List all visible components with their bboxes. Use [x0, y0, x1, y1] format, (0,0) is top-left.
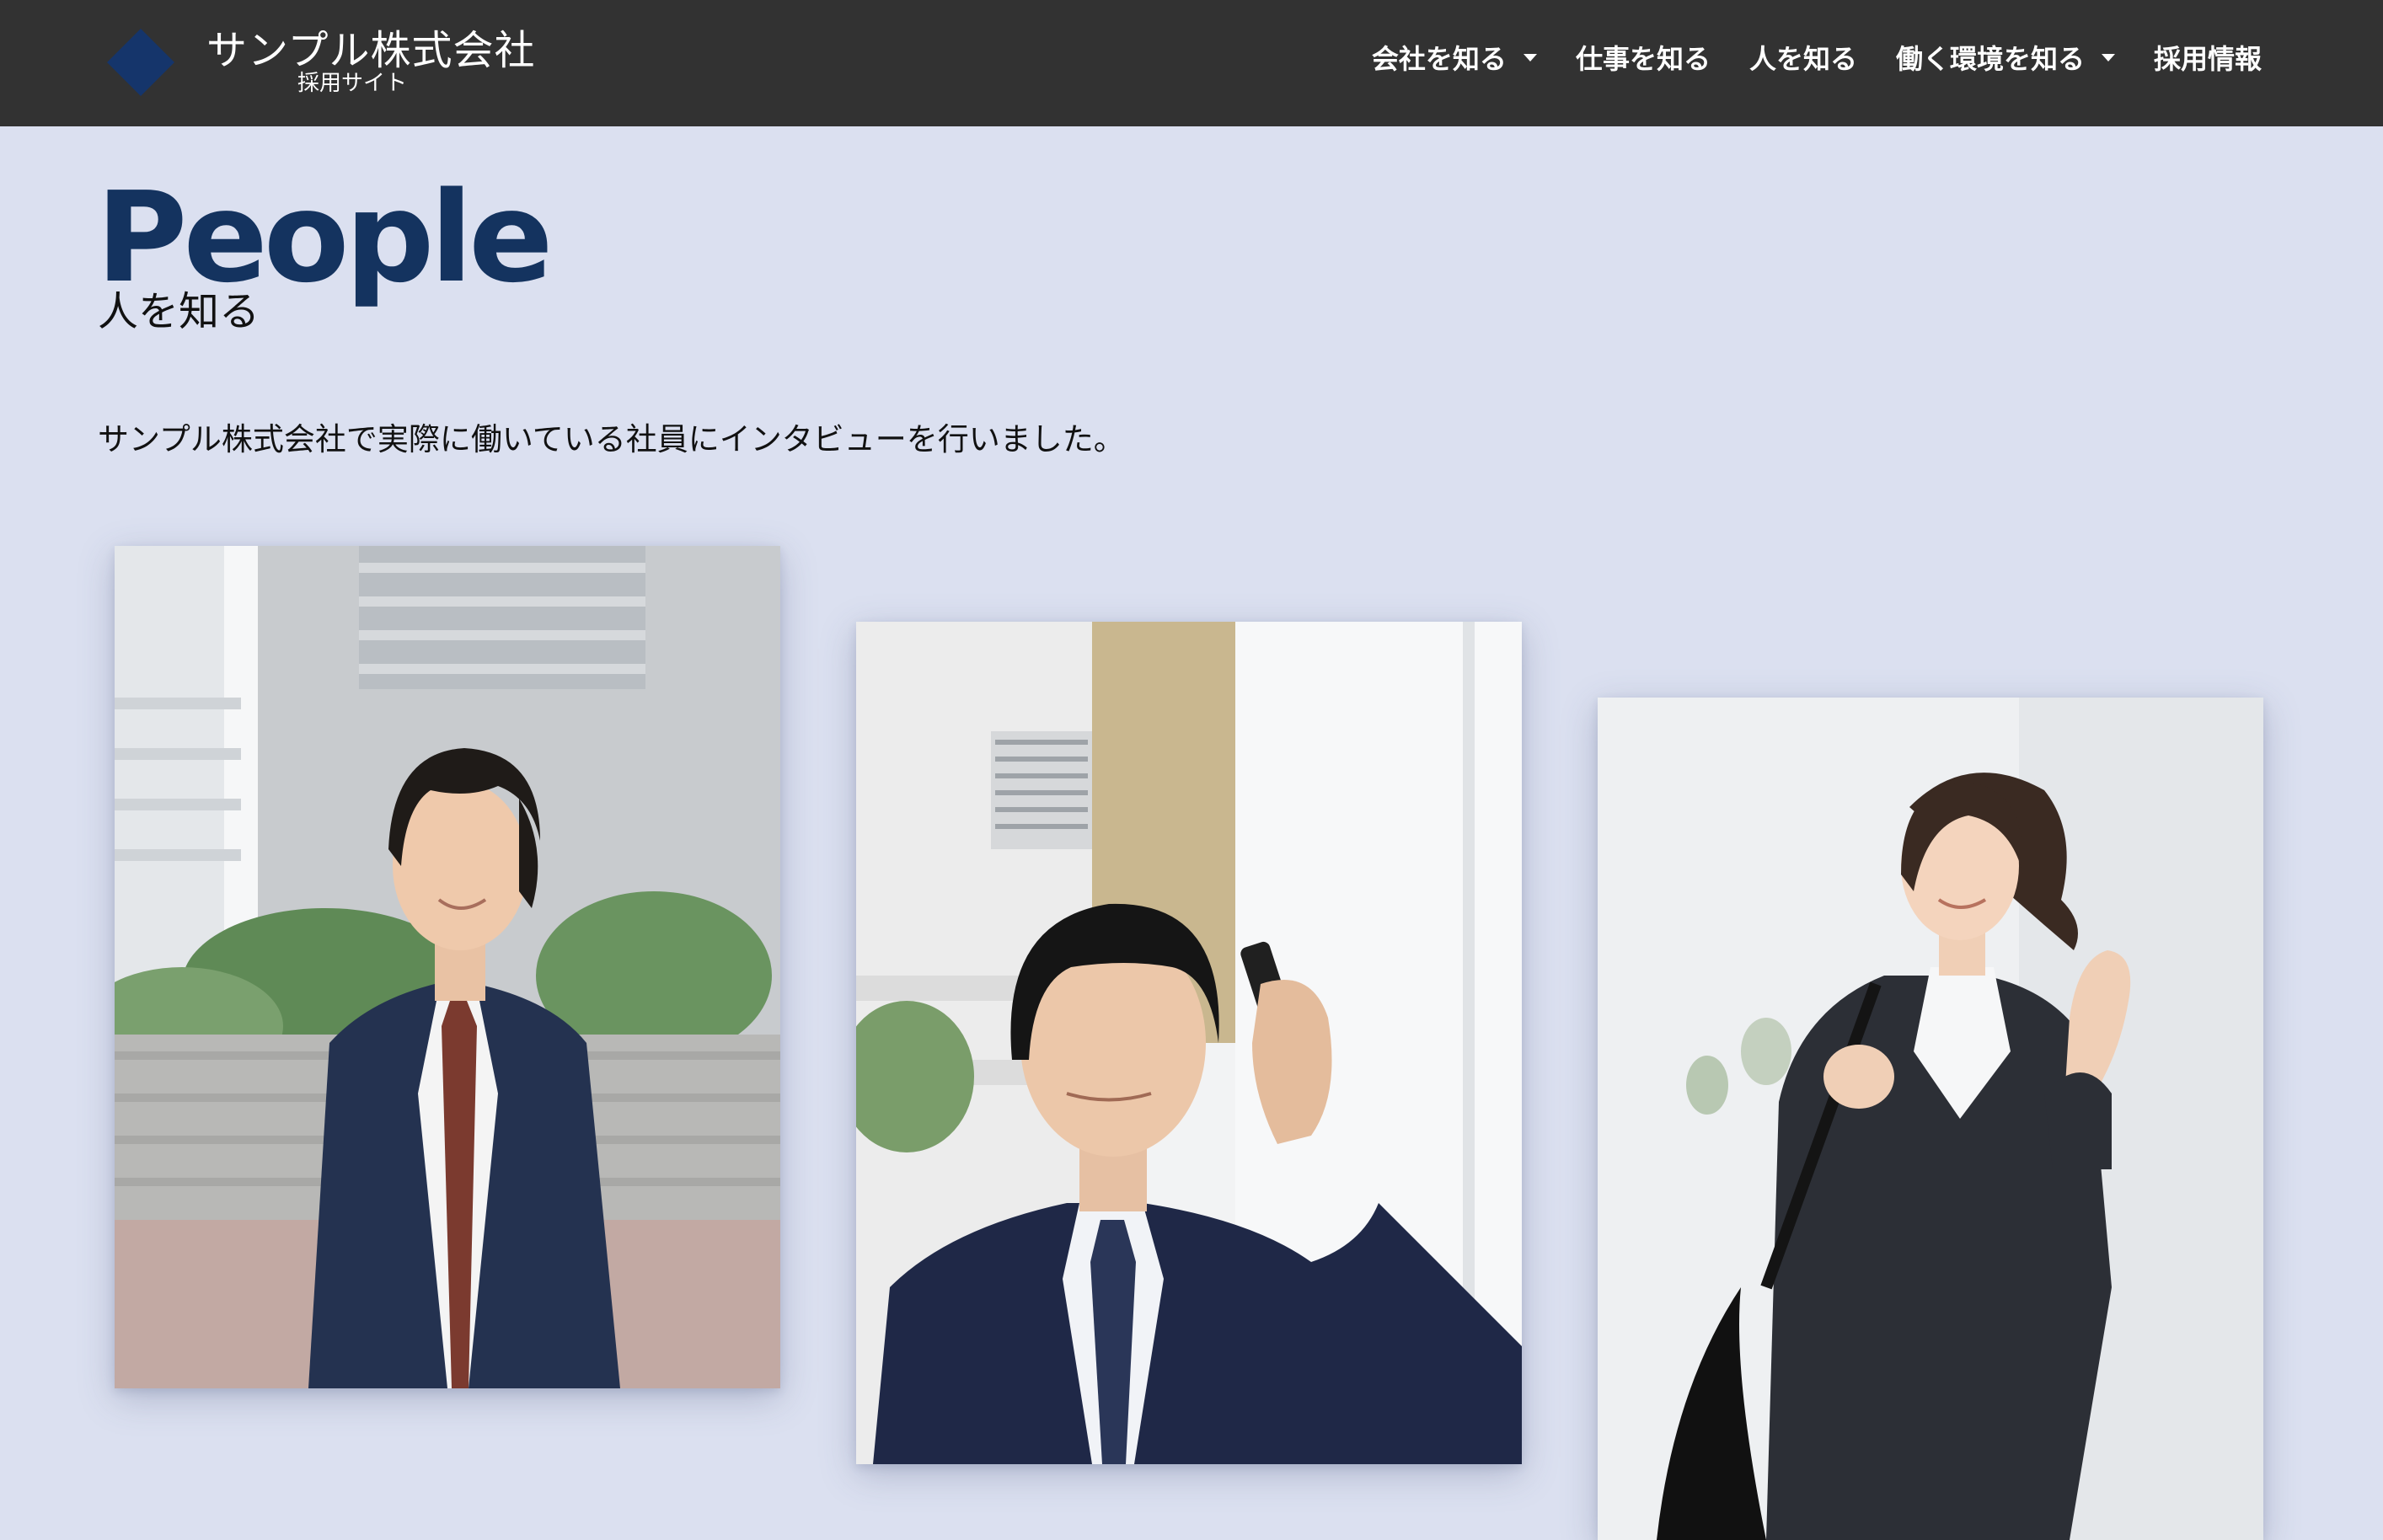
- nav-item-label: 会社を知る: [1371, 43, 1507, 75]
- person-photo-3: [1598, 698, 2263, 1540]
- nav-item-company[interactable]: 会社を知る: [1372, 38, 1537, 77]
- caret-down-icon: [1523, 53, 1537, 61]
- brand-subtitle: 採用サイト: [297, 71, 408, 96]
- nav-item-label: 仕事を知る: [1575, 43, 1711, 75]
- person-card-1[interactable]: [115, 546, 780, 1388]
- caret-down-icon: [2101, 53, 2115, 61]
- person-card-3[interactable]: [1598, 698, 2263, 1540]
- diamond-logo-icon: [107, 29, 174, 96]
- page-title: People: [96, 165, 554, 310]
- main-nav: 会社を知る 仕事を知る 人を知る 働く環境を知る 採用情報: [1372, 0, 2262, 115]
- nav-item-label: 採用情報: [2153, 43, 2262, 75]
- nav-item-environment[interactable]: 働く環境を知る: [1896, 38, 2115, 77]
- person-card-2[interactable]: [856, 622, 1522, 1464]
- nav-item-people[interactable]: 人を知る: [1749, 38, 1857, 77]
- page-subtitle: 人を知る: [98, 288, 260, 335]
- nav-item-recruitment[interactable]: 採用情報: [2154, 38, 2262, 77]
- nav-item-work[interactable]: 仕事を知る: [1576, 38, 1711, 77]
- person-photo-1: [115, 546, 780, 1388]
- nav-item-label: 人を知る: [1748, 43, 1857, 75]
- site-header: サンプル株式会社 採用サイト 会社を知る 仕事を知る 人を知る 働く環境を知る …: [0, 0, 2383, 126]
- nav-item-label: 働く環境を知る: [1895, 43, 2085, 75]
- intro-text: サンプル株式会社で実際に働いている社員にインタビューを行いました。: [98, 421, 1125, 457]
- person-photo-2: [856, 622, 1522, 1464]
